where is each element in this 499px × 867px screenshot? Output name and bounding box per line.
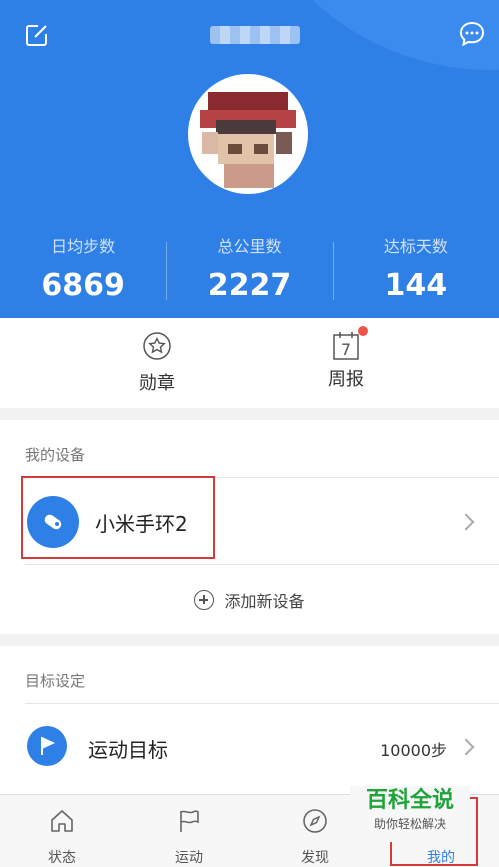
- chevron-right-icon: [457, 513, 475, 531]
- stats-bar: 日均步数 6869 总公里数 2227 达标天数 144: [0, 236, 499, 306]
- stat-avg-steps: 日均步数 6869: [0, 236, 166, 306]
- calendar-icon-wrap: 7: [330, 326, 368, 362]
- watermark: 百科全说 助你轻松解决: [350, 786, 470, 842]
- stat-label: 达标天数: [383, 237, 448, 256]
- divider: [25, 564, 499, 565]
- stat-total-km: 总公里数 2227: [166, 236, 332, 306]
- stat-label: 日均步数: [51, 237, 116, 256]
- tab-label: 运动: [175, 850, 203, 866]
- tab-discover[interactable]: 发现: [275, 807, 355, 867]
- calendar-icon: 7: [333, 332, 359, 360]
- tab-label: 状态: [48, 850, 76, 866]
- star-badge-icon: [143, 332, 171, 360]
- goals-section: 目标设定 运动目标 10000步: [0, 646, 499, 796]
- username-blurred: [210, 26, 300, 44]
- chat-bubble-icon[interactable]: [458, 20, 486, 48]
- tab-status[interactable]: 状态: [22, 807, 102, 867]
- goal-row-exercise[interactable]: 运动目标 10000步: [0, 704, 499, 788]
- calendar-number: 7: [341, 340, 351, 359]
- weekly-label: 周报: [328, 369, 364, 390]
- goal-value: 10000步: [380, 741, 447, 760]
- compass-icon: [303, 809, 327, 833]
- my-devices-section: 我的设备 小米手环2 添加新设备: [0, 420, 499, 634]
- add-device-label: 添加新设备: [224, 592, 305, 611]
- plus-circle-icon: [194, 590, 215, 610]
- watermark-subtitle: 助你轻松解决: [373, 817, 446, 831]
- section-title: 目标设定: [25, 672, 86, 690]
- highlight-box: [21, 476, 215, 559]
- notification-dot: [358, 326, 368, 336]
- quick-actions: 勋章 7 周报: [0, 318, 499, 408]
- watermark-title: 百科全说: [365, 788, 454, 813]
- chevron-right-icon: [457, 738, 475, 756]
- avatar[interactable]: [188, 74, 308, 194]
- edit-icon[interactable]: [24, 22, 50, 48]
- medal-button[interactable]: 勋章: [112, 330, 202, 396]
- profile-header: 日均步数 6869 总公里数 2227 达标天数 144: [0, 0, 499, 318]
- stat-value: 2227: [207, 268, 292, 303]
- stat-value: 144: [384, 268, 448, 303]
- stat-value: 6869: [41, 268, 125, 303]
- flag-icon: [180, 810, 199, 832]
- add-device-button[interactable]: 添加新设备: [0, 566, 499, 634]
- stat-label: 总公里数: [217, 237, 282, 256]
- stat-goal-days: 达标天数 144: [332, 236, 499, 306]
- goal-name: 运动目标: [88, 738, 168, 762]
- medal-label: 勋章: [139, 373, 175, 394]
- flag-play-icon: [27, 726, 67, 766]
- home-icon: [51, 810, 73, 832]
- section-title: 我的设备: [25, 446, 86, 464]
- tab-exercise[interactable]: 运动: [149, 807, 229, 867]
- tab-label: 发现: [301, 850, 329, 866]
- weekly-report-button[interactable]: 7 周报: [301, 326, 391, 392]
